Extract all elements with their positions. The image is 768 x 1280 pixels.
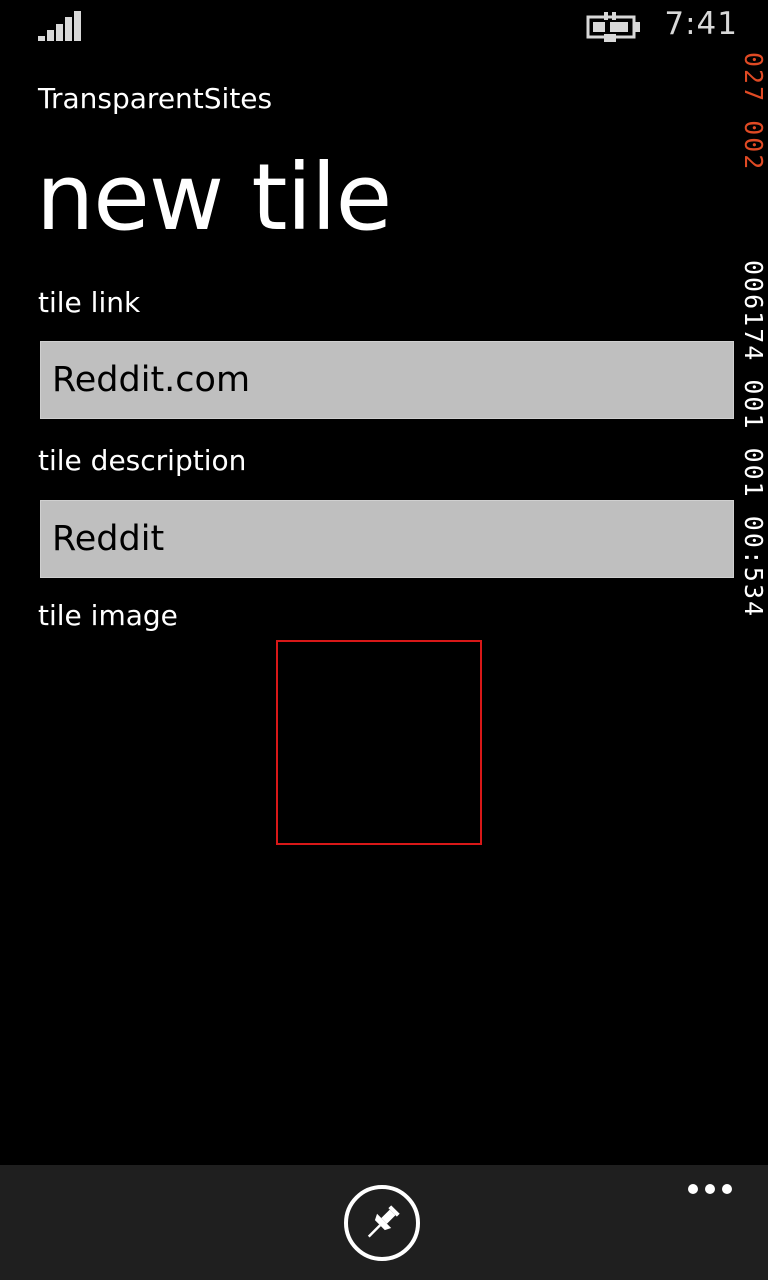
debug-frame-counters: 027 002 006174 001 001 00:534 [738,50,768,660]
tile-description-label: tile description [38,444,247,477]
debug-counter-line-2: 006174 001 001 00:534 [739,260,768,619]
page-title: new tile [36,144,392,251]
pin-button[interactable] [344,1185,420,1261]
tile-image-label: tile image [38,599,178,632]
battery-charging-icon [586,12,642,42]
app-bar [0,1165,768,1280]
tile-link-label: tile link [38,286,141,319]
tile-link-input[interactable] [40,341,734,419]
pin-icon [367,1205,400,1238]
app-title: TransparentSites [38,82,273,115]
ellipsis-dot [722,1184,732,1194]
tile-image-picker[interactable] [276,640,482,845]
signal-strength-icon [38,10,86,42]
ellipsis-icon [688,1184,698,1194]
ellipsis-dot [705,1184,715,1194]
debug-counter-line-1: 027 002 [739,52,768,172]
more-options-button[interactable] [686,1179,734,1199]
status-clock: 7:41 [664,6,738,42]
tile-description-input[interactable] [40,500,734,578]
screen: 7:41 027 002 006174 001 001 00:534 Trans… [0,0,768,1280]
